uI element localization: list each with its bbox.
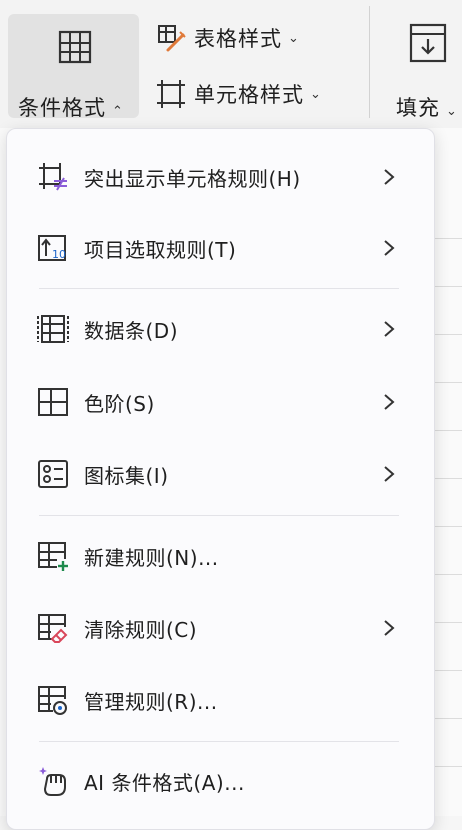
menu-item-highlight-rules[interactable]: 突出显示单元格规则(H): [7, 148, 434, 206]
menu-divider: [39, 288, 399, 289]
cell-style-button[interactable]: 单元格样式 ⌄: [156, 76, 321, 112]
ai-format-icon: [39, 767, 66, 796]
menu-item-top-bottom-rules[interactable]: 10 项目选取规则(T): [7, 219, 434, 277]
color-scales-icon: [38, 388, 68, 416]
chevron-right-icon: [384, 321, 395, 337]
chevron-down-icon: ⌄: [288, 30, 299, 46]
chevron-up-icon: ⌃: [112, 104, 124, 119]
menu-divider: [39, 741, 399, 742]
table-style-button[interactable]: 表格样式 ⌄: [156, 20, 299, 56]
menu-item-label: 清除规则(C): [84, 617, 198, 642]
menu-item-label: 色阶(S): [84, 391, 155, 416]
menu-item-icon-sets[interactable]: 图标集(I): [7, 445, 434, 503]
menu-item-color-scales[interactable]: 色阶(S): [7, 373, 434, 431]
chevron-right-icon: [384, 394, 395, 410]
ribbon-divider: [369, 6, 370, 118]
highlight-rules-icon: [39, 163, 67, 191]
conditional-format-button[interactable]: 条件格式 ⌃: [8, 14, 139, 120]
chevron-down-icon: ⌄: [310, 86, 321, 102]
menu-item-label: 图标集(I): [84, 463, 169, 488]
table-style-icon: [158, 25, 186, 52]
fill-button[interactable]: 填充 ⌄: [388, 14, 462, 120]
chevron-right-icon: [384, 620, 395, 636]
chevron-right-icon: [384, 169, 395, 185]
icon-sets-icon: [38, 460, 68, 488]
menu-divider: [39, 515, 399, 516]
fill-label: 填充 ⌄: [396, 96, 458, 120]
ribbon-toolbar: 条件格式 ⌃ 表格样式 ⌄ 单元格样式 ⌄ 填充 ⌄: [0, 0, 462, 128]
conditional-format-label: 条件格式 ⌃: [18, 96, 124, 120]
cell-style-label: 单元格样式: [194, 83, 304, 107]
menu-item-label: 管理规则(R)...: [84, 689, 218, 714]
conditional-format-icon: [58, 30, 92, 64]
chevron-down-icon: ⌄: [446, 104, 458, 119]
menu-item-clear-rules[interactable]: 清除规则(C): [7, 599, 434, 657]
chevron-right-icon: [384, 240, 395, 256]
menu-item-ai-format[interactable]: AI 条件格式(A)...: [7, 752, 434, 810]
menu-item-new-rule[interactable]: 新建规则(N)...: [7, 527, 434, 585]
clear-rules-icon: [38, 614, 68, 643]
menu-item-label: 新建规则(N)...: [84, 545, 219, 570]
chevron-right-icon: [384, 466, 395, 482]
menu-item-manage-rules[interactable]: 管理规则(R)...: [7, 671, 434, 729]
top-bottom-rules-icon: 10: [38, 235, 66, 261]
menu-item-label: 突出显示单元格规则(H): [84, 166, 301, 191]
cell-style-icon: [157, 80, 185, 108]
menu-item-label: 项目选取规则(T): [84, 237, 237, 262]
new-rule-icon: [38, 542, 68, 571]
svg-text:10: 10: [52, 248, 66, 261]
menu-item-label: 数据条(D): [84, 318, 179, 343]
fill-down-icon: [409, 23, 447, 63]
menu-item-label: AI 条件格式(A)...: [84, 770, 245, 795]
conditional-format-menu: 突出显示单元格规则(H) 10 项目选取规则(T) 数据条(D) 色阶(S) 图…: [6, 128, 435, 830]
manage-rules-icon: [38, 686, 67, 715]
menu-item-data-bars[interactable]: 数据条(D): [7, 300, 434, 358]
table-style-label: 表格样式: [194, 27, 282, 51]
data-bars-icon: [37, 315, 69, 343]
